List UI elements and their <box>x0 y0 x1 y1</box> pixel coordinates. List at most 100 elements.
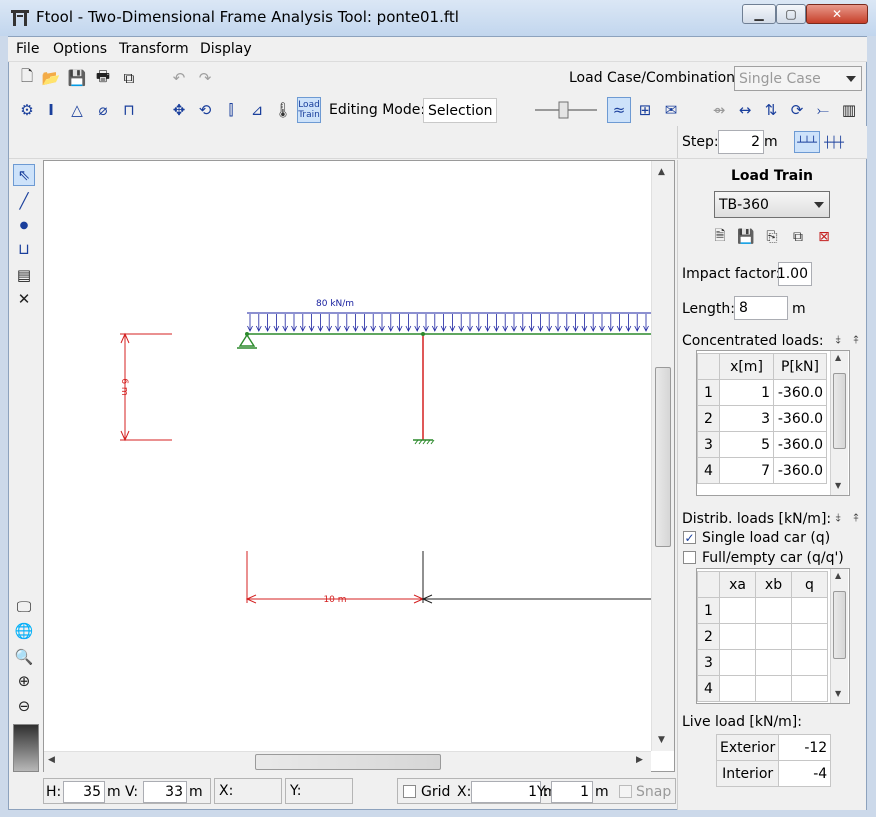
cell-q[interactable] <box>791 649 828 676</box>
table-scrollbar[interactable]: ▲ ▼ <box>830 569 848 703</box>
zoom-icon[interactable]: 🔍 <box>13 646 35 668</box>
grid-y-input[interactable]: 1 <box>551 781 593 803</box>
open-folder-icon[interactable]: 📂 <box>41 68 61 88</box>
save-train-icon[interactable]: 💾 <box>736 227 756 247</box>
cell-x[interactable]: 3 <box>719 405 774 432</box>
scroll-up-icon[interactable]: ▲ <box>835 353 841 362</box>
copy-train-icon[interactable]: ⧉ <box>788 227 808 247</box>
table-row[interactable]: Exterior -12 <box>715 734 832 761</box>
table-row[interactable]: 4 7 -360.0 <box>697 457 827 484</box>
distrib-loads-table[interactable]: xa xb q 1 2 3 4 ▲ ▼ <box>696 568 850 704</box>
uniform-load-icon[interactable]: ⫿ <box>221 100 241 120</box>
title-bar[interactable]: Ftool - Two-Dimensional Frame Analysis T… <box>0 0 876 36</box>
v-input[interactable]: 33 <box>143 781 187 803</box>
cell-p[interactable]: -360.0 <box>773 405 827 432</box>
cell-q[interactable] <box>791 675 828 702</box>
influence-line-icon[interactable]: ▥ <box>839 100 859 120</box>
live-row-value[interactable]: -4 <box>778 760 832 787</box>
support-icon[interactable]: △ <box>67 100 87 120</box>
menu-options[interactable]: Options <box>53 41 107 57</box>
table-row[interactable]: 4 <box>697 675 828 702</box>
member-line-icon[interactable]: ╱ <box>13 190 35 212</box>
table-scroll-thumb[interactable] <box>833 591 846 659</box>
cell-xa[interactable] <box>719 623 756 650</box>
table-row[interactable]: 3 5 -360.0 <box>697 431 827 458</box>
cell-q[interactable] <box>791 597 828 624</box>
bending-moment-icon[interactable]: ⟳ <box>787 100 807 120</box>
linear-load-icon[interactable]: ⊿ <box>247 100 267 120</box>
cell-x[interactable]: 5 <box>719 431 774 458</box>
add-distrib-row-icon[interactable]: ⤈ <box>828 508 848 528</box>
color-scale-swatch[interactable] <box>13 724 39 772</box>
h-input[interactable]: 35 <box>63 781 105 803</box>
close-button[interactable]: ✕ <box>806 4 868 24</box>
concentrated-loads-table[interactable]: x[m] P[kN] 1 1 -360.0 2 3 -360.0 3 5 -36… <box>696 350 850 496</box>
cell-xb[interactable] <box>755 675 792 702</box>
scroll-down-icon[interactable]: ▼ <box>658 735 665 745</box>
moment-load-icon[interactable]: ⟲ <box>195 100 215 120</box>
remove-row-icon[interactable]: ⤉ <box>846 330 866 350</box>
node-point-icon[interactable]: ● <box>13 214 35 236</box>
vertical-scroll-thumb[interactable] <box>655 367 671 547</box>
grid-x-input[interactable]: 1 <box>471 781 541 803</box>
cell-x[interactable]: 1 <box>719 379 774 406</box>
envelope-icon[interactable]: ✉ <box>661 100 681 120</box>
frame-icon[interactable]: ⊓ <box>119 100 139 120</box>
cell-xb[interactable] <box>755 623 792 650</box>
table-row[interactable]: 1 <box>697 597 828 624</box>
globe-icon[interactable]: 🌐 <box>13 620 35 642</box>
horizontal-scrollbar[interactable]: ◀ ▶ <box>44 751 651 772</box>
redo-icon[interactable]: ↷ <box>195 68 215 88</box>
table-row[interactable]: 2 3 -360.0 <box>697 405 827 432</box>
nodal-load-icon[interactable]: ✥ <box>169 100 189 120</box>
normal-force-icon[interactable]: ↔ <box>735 100 755 120</box>
shear-force-icon[interactable]: ⇅ <box>761 100 781 120</box>
reactions-icon[interactable]: ⊞ <box>635 100 655 120</box>
drawing-canvas[interactable]: 80 kN/m 6 m 10 m <box>43 160 675 772</box>
step-input[interactable]: 2 <box>718 130 764 154</box>
displacement-icon[interactable]: ⤚ <box>813 100 833 120</box>
zoom-out-icon[interactable]: ⊖ <box>13 695 35 717</box>
single-car-checkbox[interactable]: ✓ <box>683 531 696 545</box>
menu-file[interactable]: File <box>16 41 39 57</box>
scroll-up-icon[interactable]: ▲ <box>658 167 665 177</box>
import-train-icon[interactable]: ⎘ <box>762 227 782 247</box>
scroll-up-icon[interactable]: ▲ <box>835 571 841 580</box>
copy-icon[interactable]: ⧉ <box>119 68 139 88</box>
scroll-down-icon[interactable]: ▼ <box>835 481 841 490</box>
cell-xa[interactable] <box>719 675 756 702</box>
section-icon[interactable]: I <box>41 100 61 120</box>
cell-p[interactable]: -360.0 <box>773 379 827 406</box>
table-scrollbar[interactable]: ▲ ▼ <box>830 351 848 495</box>
save-icon[interactable]: 💾 <box>67 68 87 88</box>
grid-ruler-icon[interactable]: ▤ <box>13 264 35 286</box>
cell-xb[interactable] <box>755 649 792 676</box>
scroll-down-icon[interactable]: ▼ <box>835 689 841 698</box>
select-arrow-icon[interactable]: ⇖ <box>13 164 35 186</box>
table-row[interactable]: 2 <box>697 623 828 650</box>
table-row[interactable]: 1 1 -360.0 <box>697 379 827 406</box>
step-ruler-icon[interactable]: ┴┴┴ <box>794 131 820 153</box>
scale-slider[interactable] <box>533 100 599 120</box>
scroll-left-icon[interactable]: ◀ <box>48 755 55 765</box>
monitor-icon[interactable]: 🖵 <box>13 596 35 618</box>
scroll-right-icon[interactable]: ▶ <box>636 755 643 765</box>
thermal-load-icon[interactable]: 🌡 <box>273 100 293 120</box>
table-row[interactable]: Interior -4 <box>715 760 832 787</box>
cell-q[interactable] <box>791 623 828 650</box>
hinge-icon[interactable]: ⌀ <box>93 100 113 120</box>
live-row-value[interactable]: -12 <box>778 734 832 761</box>
vertical-scrollbar[interactable]: ▲ ▼ <box>651 161 674 751</box>
grid-checkbox[interactable] <box>403 785 416 798</box>
table-row[interactable]: 3 <box>697 649 828 676</box>
zoom-in-icon[interactable]: ⊕ <box>13 670 35 692</box>
load-train-button[interactable]: Load Train <box>297 97 321 123</box>
cell-x[interactable]: 7 <box>719 457 774 484</box>
step-ticks-icon[interactable]: ┼┼┼ <box>822 131 846 153</box>
cell-p[interactable]: -360.0 <box>773 457 827 484</box>
new-file-icon[interactable]: 🗋 <box>17 67 37 88</box>
maximize-button[interactable]: ▢ <box>776 4 806 24</box>
undo-icon[interactable]: ↶ <box>169 68 189 88</box>
cell-xa[interactable] <box>719 649 756 676</box>
material-icon[interactable]: ⚙ <box>17 100 37 120</box>
